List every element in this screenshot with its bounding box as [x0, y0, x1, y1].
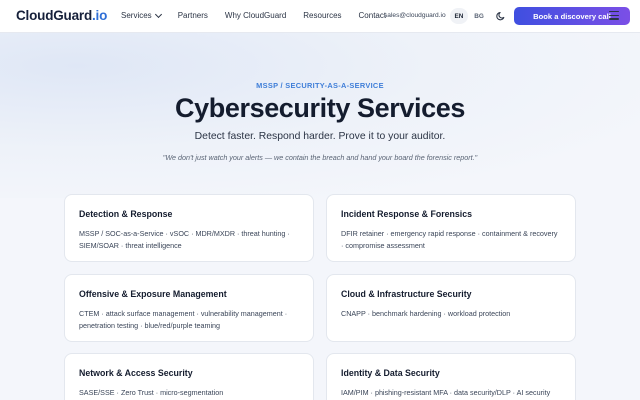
card-title: Network & Access Security [79, 368, 193, 378]
hero-section: MSSP / SECURITY-AS-A-SERVICE Cybersecuri… [0, 33, 640, 198]
chevron-down-icon [154, 10, 162, 18]
card-body: DFIR retainer · emergency rapid response… [341, 229, 558, 250]
lang-en-button[interactable]: EN [450, 8, 468, 24]
top-navbar: CloudGuard.io Services Partners Why Clou… [0, 0, 640, 33]
nav-partners[interactable]: Partners [178, 11, 208, 20]
card-title: Incident Response & Forensics [341, 209, 473, 219]
nav-resources[interactable]: Resources [303, 11, 341, 20]
sales-email-link[interactable]: sales@cloudguard.io [384, 12, 446, 19]
card-body: CTEM · attack surface management · vulne… [79, 309, 288, 330]
service-card-incident-response[interactable]: Incident Response & Forensics DFIR retai… [326, 194, 576, 262]
card-body: SASE/SSE · Zero Trust · micro-segmentati… [79, 388, 224, 397]
card-title: Detection & Response [79, 209, 173, 219]
card-title: Cloud & Infrastructure Security [341, 289, 472, 299]
nav-services[interactable]: Services [121, 10, 162, 20]
page-title: Cybersecurity Services [175, 93, 465, 123]
nav-contact[interactable]: Contact [359, 11, 387, 20]
moon-icon[interactable] [494, 9, 508, 23]
main-nav: Services Partners Why CloudGuard Resourc… [121, 10, 403, 20]
service-card-detection-response[interactable]: Detection & Response MSSP / SOC-as-a-Ser… [64, 194, 314, 262]
hero-eyebrow: MSSP / SECURITY-AS-A-SERVICE [256, 81, 384, 90]
service-card-network-access[interactable]: Network & Access Security SASE/SSE · Zer… [64, 353, 314, 400]
card-body: MSSP / SOC-as-a-Service · vSOC · MDR/MXD… [79, 229, 290, 250]
nav-why-cloudguard[interactable]: Why CloudGuard [225, 11, 286, 20]
service-card-offensive-exposure[interactable]: Offensive & Exposure Management CTEM · a… [64, 274, 314, 342]
hamburger-menu-icon[interactable] [609, 11, 619, 20]
card-title: Offensive & Exposure Management [79, 289, 227, 299]
service-card-cloud-infrastructure[interactable]: Cloud & Infrastructure Security CNAPP · … [326, 274, 576, 342]
brand-logo[interactable]: CloudGuard.io [16, 8, 107, 23]
service-card-identity-data[interactable]: Identity & Data Security IAM/PIM · phish… [326, 353, 576, 400]
lang-bg-button[interactable]: BG [470, 8, 488, 24]
hero-quote: "We don't just watch your alerts — we co… [162, 153, 478, 162]
card-title: Identity & Data Security [341, 368, 440, 378]
card-body: CNAPP · benchmark hardening · workload p… [341, 309, 511, 318]
logo-tld: .io [92, 8, 108, 23]
logo-name: CloudGuard [16, 8, 92, 23]
card-body: IAM/PIM · phishing-resistant MFA · data … [341, 388, 551, 397]
nav-services-label: Services [121, 11, 152, 20]
hero-subtitle: Detect faster. Respond harder. Prove it … [194, 131, 446, 142]
